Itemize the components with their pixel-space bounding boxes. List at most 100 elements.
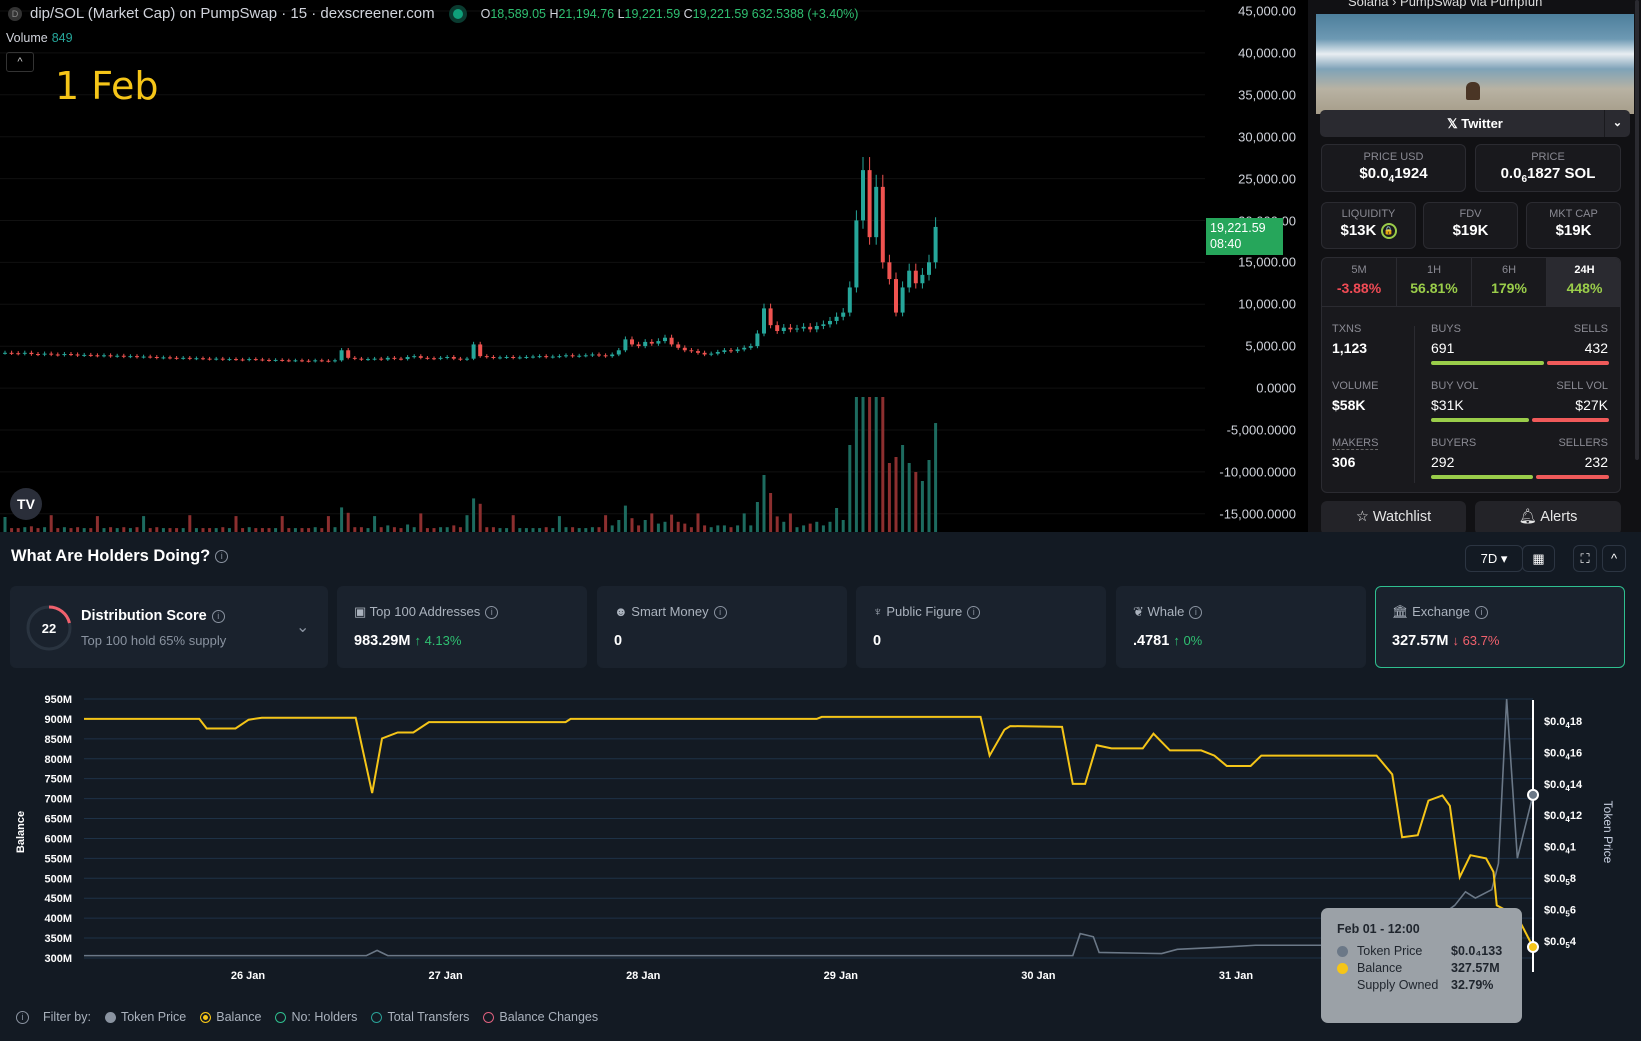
candle <box>385 357 390 360</box>
liquidity-box: LIQUIDITY $13K 🔒 <box>1321 202 1416 249</box>
twitter-button[interactable]: 𝕏 Twitter ⌄ <box>1320 110 1630 137</box>
lock-icon[interactable]: 🔒 <box>1380 223 1397 240</box>
timeframe-tab-24h[interactable]: 24H 448% <box>1547 258 1620 306</box>
info-icon[interactable]: i <box>16 1010 29 1024</box>
x-axis-label: 27 Jan <box>428 970 463 982</box>
volume-bar <box>841 520 845 532</box>
volume-bar <box>769 493 773 532</box>
candle <box>649 341 654 344</box>
candle <box>927 262 931 275</box>
volume-bar <box>788 513 792 532</box>
candle <box>491 356 496 358</box>
price-axis-label: 35,000.00 <box>1238 87 1296 103</box>
volume-bar <box>762 475 766 532</box>
candle <box>471 344 476 359</box>
balance-axis-label: 950M <box>44 694 72 706</box>
candle <box>498 357 502 359</box>
candle <box>709 353 714 355</box>
candle <box>273 359 278 361</box>
candle <box>333 360 337 362</box>
balance-axis-label: 750M <box>44 774 72 786</box>
volume-bar <box>775 516 779 532</box>
balance-axis-label: 600M <box>44 833 72 845</box>
volume-bar <box>630 518 634 532</box>
candle <box>108 355 113 357</box>
candle <box>267 359 271 361</box>
price-chart[interactable]: D dip/SOL (Market Cap) on PumpSwap · 15 … <box>0 0 1308 557</box>
price-axis-label: 5,000.00 <box>1245 338 1296 354</box>
volume-bar <box>340 507 344 532</box>
candle <box>432 358 436 360</box>
candle <box>729 350 733 352</box>
filter-balance[interactable]: Balance <box>200 1010 261 1024</box>
timeframe-tab-1h[interactable]: 1H 56.81% <box>1397 258 1472 306</box>
price-axis-label: 0.0000 <box>1256 380 1296 396</box>
filter-total-transfers[interactable]: Total Transfers <box>371 1010 469 1024</box>
volume-bar <box>907 463 911 532</box>
balance-axis-label: 650M <box>44 814 72 826</box>
price-axis-label: -5,000.0000 <box>1226 422 1296 438</box>
timeframe-tab-6h[interactable]: 6H 179% <box>1472 258 1547 306</box>
candle <box>735 349 740 352</box>
candle <box>366 359 370 361</box>
volume-bar <box>676 521 680 532</box>
fdv-box: FDV $19K <box>1423 202 1518 249</box>
token-sidebar: Solana › PumpSwap via Pumpfun 𝕏 Twitter ⌄… <box>1308 0 1641 535</box>
candle <box>115 355 120 357</box>
chart-title: dip/SOL (Market Cap) on PumpSwap · 15 · … <box>30 5 435 22</box>
filter-balance-changes[interactable]: Balance Changes <box>483 1010 598 1024</box>
candle <box>920 274 925 284</box>
candle <box>359 358 364 360</box>
volume-bar <box>386 525 390 532</box>
price-usd-box: PRICE USD $0.041924 <box>1321 144 1466 192</box>
candle <box>326 360 331 362</box>
tradingview-logo[interactable]: TV <box>10 488 42 520</box>
filter-no-holders[interactable]: No: Holders <box>275 1010 357 1024</box>
candle <box>234 359 238 361</box>
x-logo-icon: 𝕏 <box>1447 116 1462 131</box>
collapse-legend-button[interactable]: ^ <box>6 52 34 72</box>
candlestick-canvas <box>0 10 1205 557</box>
candle <box>828 320 832 325</box>
volume-bar <box>472 498 476 532</box>
candle <box>148 356 153 358</box>
candle <box>227 359 232 361</box>
volume-bar <box>881 397 885 532</box>
token-logo-icon: D <box>8 6 22 21</box>
chevron-down-icon[interactable]: ⌄ <box>1604 110 1630 137</box>
candle <box>722 350 727 352</box>
volume-bar <box>887 463 891 532</box>
candle <box>240 359 245 361</box>
alerts-button[interactable]: 🔔︎ Alerts <box>1475 501 1621 535</box>
candle <box>821 324 826 326</box>
candle <box>181 357 186 359</box>
watchlist-button[interactable]: ☆ Watchlist <box>1321 501 1466 535</box>
ohlc-values: O18,589.05 H21,194.76 L19,221.59 C19,221… <box>480 6 859 21</box>
candle <box>610 354 615 357</box>
candle <box>484 356 489 358</box>
timeframe-tab-5m[interactable]: 5M -3.88% <box>1322 258 1397 306</box>
volume-bar <box>142 516 146 532</box>
filter-token-price[interactable]: Token Price <box>104 1010 186 1024</box>
date-annotation: 1 Feb <box>55 64 159 108</box>
volume-bar <box>828 521 832 532</box>
candle <box>894 279 898 313</box>
volume-bar <box>782 521 786 532</box>
x-axis-label: 28 Jan <box>626 970 661 982</box>
candle <box>781 327 786 332</box>
candle <box>141 356 146 358</box>
star-icon: ☆ <box>1355 509 1373 525</box>
candle <box>834 316 839 321</box>
candle <box>537 356 542 358</box>
candle <box>795 328 799 330</box>
token-price-line <box>84 698 1534 957</box>
candle <box>590 354 595 356</box>
balance-line <box>84 715 1534 948</box>
candle <box>135 356 139 358</box>
price-axis-label: 45,000.00 <box>1238 3 1296 19</box>
candle <box>418 356 423 358</box>
chain-breadcrumb[interactable]: Solana › PumpSwap via Pumpfun <box>1348 0 1542 9</box>
volume-bar <box>868 397 872 532</box>
buys-bar <box>1431 361 1544 365</box>
sidebar-scrollbar[interactable] <box>1635 0 1639 460</box>
